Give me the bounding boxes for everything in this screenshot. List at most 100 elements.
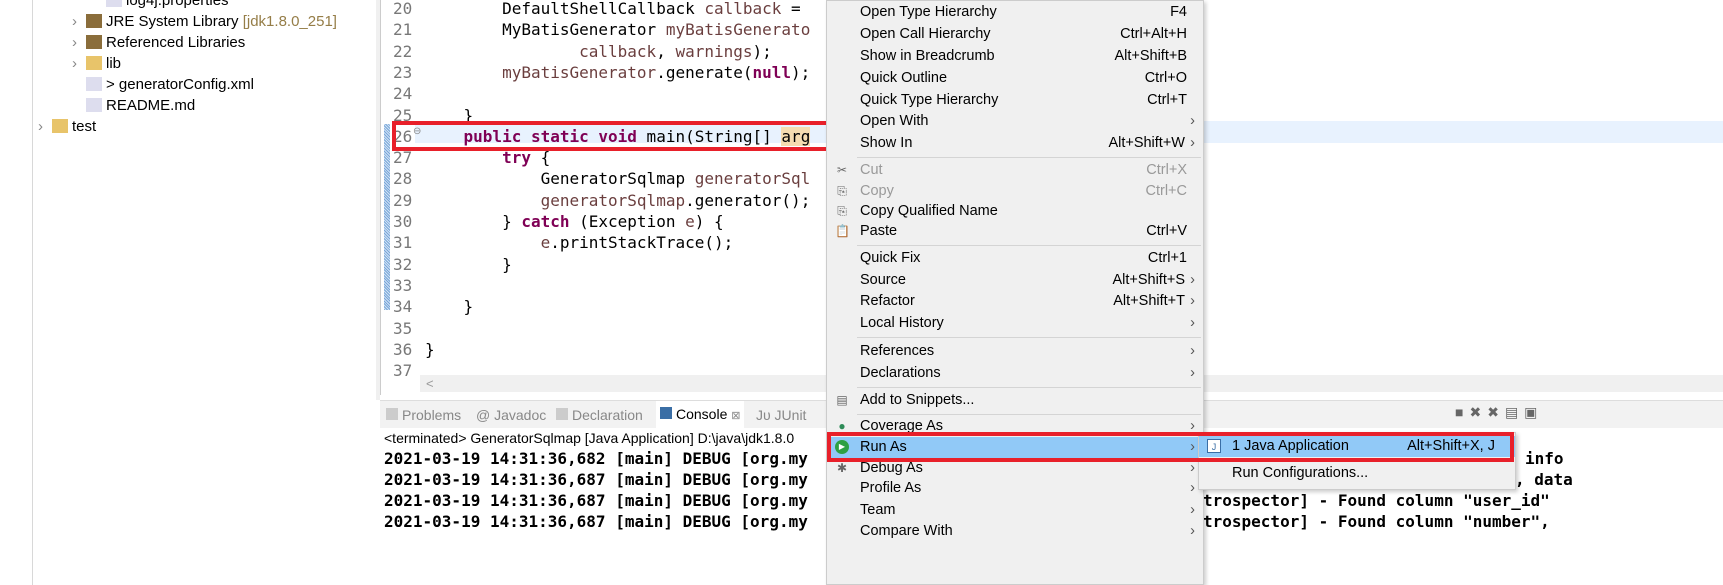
close-icon[interactable]: ⊠ — [731, 410, 740, 422]
menu-item-compare-with[interactable]: Compare With › — [827, 521, 1203, 542]
code-line[interactable]: MyBatisGenerator myBatisGenerato — [425, 19, 810, 40]
tab-console[interactable]: Console ⊠ — [656, 401, 745, 429]
menu-item-declarations[interactable]: Declarations › — [827, 363, 1203, 384]
menu-item-copy-qualified-name[interactable]: ⎘ Copy Qualified Name — [827, 201, 1203, 222]
tree-item[interactable]: › test — [38, 118, 96, 135]
code-token: ) { — [694, 212, 724, 231]
code-line[interactable]: GeneratorSqlmap generatorSql — [425, 168, 811, 189]
menu-item-local-history[interactable]: Local History › — [827, 313, 1203, 334]
chevron-right-icon: › — [1190, 315, 1195, 331]
tree-item[interactable]: › lib — [72, 55, 121, 72]
chevron-right-icon: › — [1190, 113, 1195, 129]
highlight-box-main — [392, 121, 833, 151]
menu-item-label: Team — [860, 502, 896, 518]
chevron-right-icon: › — [1190, 523, 1195, 539]
chevron-right-icon: › — [1190, 365, 1195, 381]
menu-item-quick-fix[interactable]: Quick Fix Ctrl+1 — [827, 248, 1203, 269]
menu-item-label: Declarations — [860, 365, 941, 381]
menu-item-quick-type-hierarchy[interactable]: Quick Type Hierarchy Ctrl+T — [827, 90, 1203, 111]
tab-problems[interactable]: Problems — [386, 407, 461, 423]
menu-item-label: Copy Qualified Name — [860, 203, 998, 219]
chevron-right-icon: › — [1190, 272, 1195, 288]
code-token: } — [425, 254, 512, 274]
code-line[interactable]: e.printStackTrace(); — [425, 232, 734, 253]
code-token: .printStackTrace(); — [550, 233, 734, 253]
menu-item-source[interactable]: Source Alt+Shift+S › — [827, 270, 1203, 291]
menu-item-open-type-hierarchy[interactable]: Open Type Hierarchy F4 — [827, 2, 1203, 23]
menu-item-quick-outline[interactable]: Quick Outline Ctrl+O — [827, 68, 1203, 89]
code-token: GeneratorSqlmap — [425, 169, 695, 189]
context-menu: Open Type Hierarchy F4 Open Call Hierarchy… — [826, 0, 1204, 585]
tab-javadoc[interactable]: @ Javadoc — [476, 407, 546, 423]
code-token: generatorSqlmap — [540, 190, 686, 210]
code-line[interactable]: } — [425, 296, 474, 317]
tree-item[interactable]: > generatorConfig.xml — [72, 76, 254, 93]
line-number: 34 — [393, 297, 413, 317]
change-marker — [384, 124, 390, 310]
menu-item-refactor[interactable]: Refactor Alt+Shift+T › — [827, 291, 1203, 312]
code-token: , — [656, 41, 676, 61]
menu-item-label: Paste — [860, 223, 898, 239]
tree-item-label: JRE System Library — [106, 13, 239, 30]
line-number: 29 — [393, 190, 413, 210]
pin-icon[interactable]: ▣ — [1524, 404, 1543, 420]
menu-item-shortcut: Alt+Shift+T — [1113, 293, 1185, 309]
tree-item-decoration: [jdk1.8.0_251] — [242, 13, 337, 30]
code-token: callback — [579, 41, 657, 61]
menu-item-label: Quick Fix — [860, 250, 921, 266]
menu-item-team[interactable]: Team › — [827, 500, 1203, 521]
code-line[interactable]: } — [425, 339, 435, 360]
menu-item-shortcut: Alt+Shift+B — [1114, 48, 1187, 64]
remove-all-icon[interactable]: ✖ — [1487, 404, 1505, 420]
menu-item-open-with[interactable]: Open With › — [827, 111, 1203, 132]
menu-item-cut: ✂ Cut Ctrl+X — [827, 160, 1203, 181]
code-line[interactable]: callback, warnings); — [425, 41, 772, 62]
menu-item-label: Open Type Hierarchy — [860, 4, 997, 20]
chevron-right-icon[interactable]: › — [38, 118, 52, 135]
menu-item-shortcut: F4 — [1170, 4, 1187, 20]
chevron-right-icon[interactable]: › — [72, 13, 86, 30]
chevron-right-icon: › — [1190, 480, 1195, 496]
menu-item-show-in-breadcrumb[interactable]: Show in Breadcrumb Alt+Shift+B — [827, 46, 1203, 67]
tab-declaration[interactable]: Declaration — [556, 407, 643, 423]
line-number: 32 — [393, 254, 413, 274]
tree-item[interactable]: › Referenced Libraries — [72, 34, 245, 51]
code-line[interactable]: DefaultShellCallback callback = — [425, 0, 810, 19]
menu-item-show-in[interactable]: Show In Alt+Shift+W › — [827, 133, 1203, 154]
line-number: 23 — [393, 62, 413, 82]
scroll-left-arrow[interactable]: < — [426, 376, 434, 391]
xml-file-icon — [86, 77, 102, 91]
menu-item-label: Local History — [860, 315, 944, 331]
code-line[interactable]: generatorSqlmap.generator(); — [425, 190, 811, 211]
chevron-right-icon[interactable]: › — [72, 34, 86, 51]
menu-item-references[interactable]: References › — [827, 341, 1203, 362]
scroll-lock-icon[interactable]: ▤ — [1505, 404, 1524, 420]
menu-item-shortcut: Ctrl+Alt+H — [1120, 26, 1187, 42]
console-line: 2021-03-19 14:31:36,687 [main] DEBUG [or… — [384, 512, 808, 531]
menu-item-open-call-hierarchy[interactable]: Open Call Hierarchy Ctrl+Alt+H — [827, 24, 1203, 45]
code-token: } — [425, 212, 522, 231]
code-token: .generate( — [656, 62, 753, 82]
submenu-item-run-configurations[interactable]: Run Configurations... — [1199, 463, 1515, 484]
console-line-tail: trospector] - Found column "number", — [1203, 512, 1550, 531]
tree-item[interactable]: log4j.properties — [106, 0, 229, 9]
menu-item-profile-as[interactable]: Profile As › — [827, 478, 1203, 499]
menu-item-label: Show in Breadcrumb — [860, 48, 995, 64]
tab-jjunit[interactable]: Jυ JUnit — [756, 407, 806, 423]
chevron-right-icon: › — [1190, 343, 1195, 359]
menu-item-label: Cut — [860, 162, 883, 178]
tree-item[interactable]: › JRE System Library [jdk1.8.0_251] — [72, 13, 337, 30]
menu-item-add-to-snippets[interactable]: ▤ Add to Snippets... — [827, 390, 1203, 411]
tree-item[interactable]: README.md — [72, 97, 195, 114]
console-line-tail: , data — [1515, 470, 1573, 489]
remove-launch-icon[interactable]: ✖ — [1469, 404, 1487, 420]
code-line[interactable]: myBatisGenerator.generate(null); — [425, 62, 820, 83]
package-explorer: log4j.properties › JRE System Library [jdk… — [34, 0, 376, 585]
chevron-right-icon: › — [1190, 502, 1195, 518]
code-token: null — [752, 62, 792, 82]
terminate-icon[interactable]: ■ — [1455, 404, 1469, 420]
code-line[interactable]: } catch (Exception e) { — [425, 211, 724, 232]
code-line[interactable]: } — [425, 254, 512, 275]
menu-item-paste[interactable]: 📋 Paste Ctrl+V — [827, 221, 1203, 242]
chevron-right-icon[interactable]: › — [72, 55, 86, 72]
